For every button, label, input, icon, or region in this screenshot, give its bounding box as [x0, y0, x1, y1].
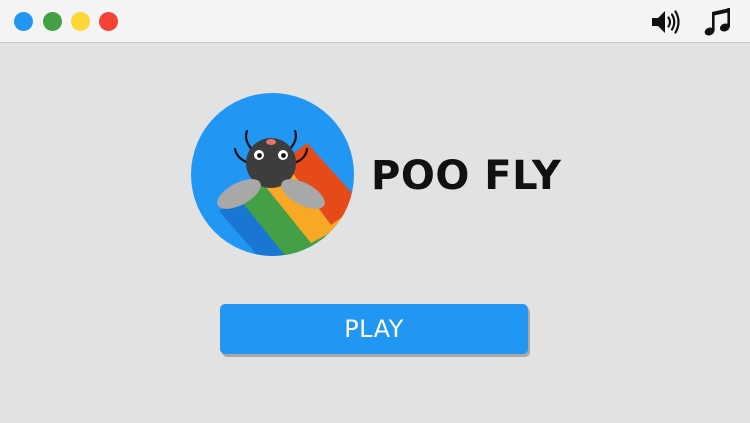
play-button[interactable]: PLAY — [220, 304, 528, 354]
game-title: POO FLY — [371, 153, 562, 199]
title-bar — [0, 0, 750, 43]
window-dot-green[interactable] — [43, 12, 62, 31]
window-dot-red[interactable] — [99, 12, 118, 31]
music-note-icon[interactable] — [701, 5, 735, 39]
speaker-icon[interactable] — [648, 5, 682, 39]
game-window: POO FLY PLAY — [0, 0, 750, 423]
window-dot-blue[interactable] — [14, 12, 33, 31]
fly-logo-icon — [191, 93, 354, 256]
window-dot-yellow[interactable] — [71, 12, 90, 31]
